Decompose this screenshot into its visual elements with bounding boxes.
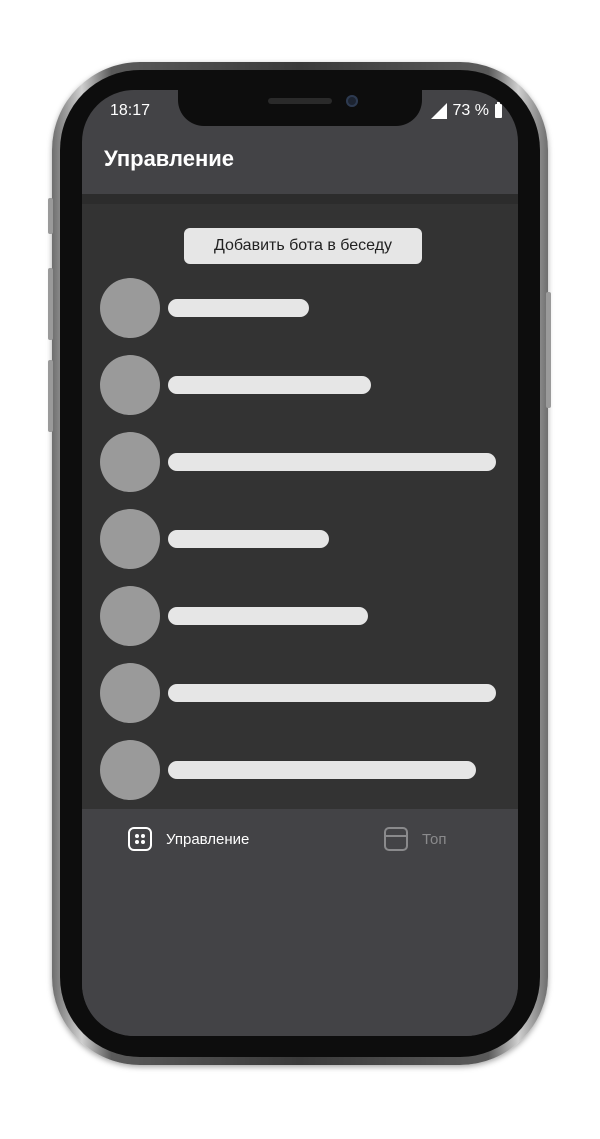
avatar (100, 278, 160, 338)
text-placeholder-bar (168, 530, 329, 548)
tab-label: Топ (422, 830, 447, 848)
text-placeholder-bar (168, 453, 496, 471)
tab-management[interactable]: Управление (128, 827, 249, 851)
tab-label: Управление (166, 830, 250, 848)
add-bot-button[interactable]: Добавить бота в беседу (184, 228, 422, 264)
battery-icon (495, 102, 502, 118)
mute-switch (48, 198, 53, 234)
tab-top[interactable]: Топ (384, 827, 446, 851)
screen: 18:17 73 % Управление Добавить бота в бе… (82, 90, 518, 1036)
text-placeholder-bar (168, 684, 496, 702)
window-icon (384, 827, 408, 851)
grid-dots-icon (128, 827, 152, 851)
volume-down-button (48, 360, 53, 432)
camera-icon (346, 95, 358, 107)
tab-bar: Управление Топ (82, 809, 518, 1036)
battery-percent: 73 % (452, 102, 489, 119)
text-placeholder-bar (168, 761, 476, 779)
power-button (546, 292, 551, 408)
avatar (100, 586, 160, 646)
avatar (100, 355, 160, 415)
text-placeholder-bar (168, 376, 371, 394)
main-content: Добавить бота в беседу (82, 194, 518, 819)
status-time: 18:17 (110, 102, 151, 119)
text-placeholder-bar (168, 299, 309, 317)
signal-icon (430, 103, 447, 119)
volume-up-button (48, 268, 53, 340)
speaker (268, 98, 332, 104)
avatar (100, 432, 160, 492)
page-title: Управление (104, 146, 235, 171)
notch (178, 90, 422, 126)
avatar (100, 509, 160, 569)
avatar (100, 663, 160, 723)
text-placeholder-bar (168, 607, 368, 625)
avatar (100, 740, 160, 800)
status-right: 73 % (430, 102, 502, 120)
